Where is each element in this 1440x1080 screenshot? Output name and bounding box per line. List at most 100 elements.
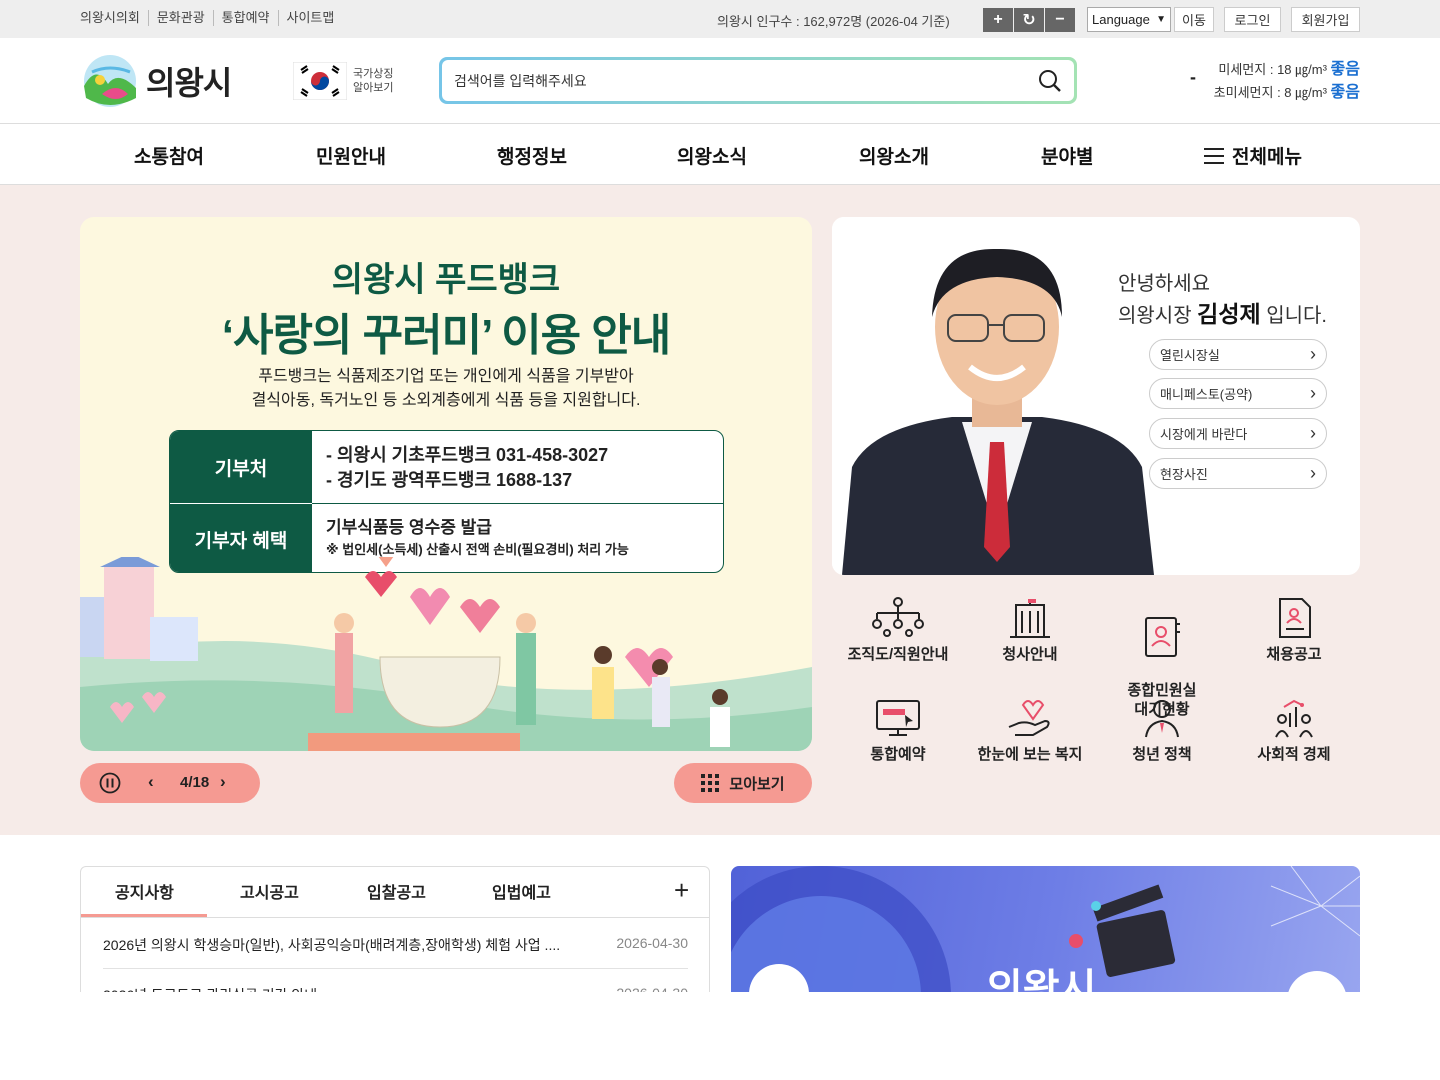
link-council[interactable]: 의왕시의회 bbox=[80, 10, 148, 26]
mayor-intro-suffix: 입니다. bbox=[1266, 305, 1327, 327]
quick-welfare[interactable]: 한눈에 보는 복지 bbox=[964, 697, 1096, 764]
dust-dash: - bbox=[1190, 67, 1196, 87]
row1-head: 기부처 bbox=[170, 431, 312, 503]
pause-icon[interactable] bbox=[99, 772, 121, 794]
next-slide-icon[interactable]: › bbox=[220, 772, 226, 792]
site-logo[interactable]: 의왕시 bbox=[82, 54, 252, 108]
id-card-icon bbox=[1145, 617, 1180, 657]
link-reservation[interactable]: 통합예약 bbox=[212, 10, 278, 26]
quick-label: 채용공고 bbox=[1266, 646, 1322, 663]
nav-news[interactable]: 의왕소식 bbox=[677, 142, 747, 169]
mayor-greeting: 안녕하세요 bbox=[1118, 273, 1210, 295]
nav-civil-service[interactable]: 민원안내 bbox=[316, 142, 386, 169]
more-plus-icon[interactable]: + bbox=[674, 875, 689, 906]
mayor-link-manifesto[interactable]: 매니페스토(공약) › bbox=[1149, 378, 1327, 409]
link-sitemap[interactable]: 사이트맵 bbox=[277, 10, 343, 26]
nav-about[interactable]: 의왕소개 bbox=[859, 142, 929, 169]
row-divider bbox=[103, 968, 688, 969]
foodbank-illustration bbox=[80, 557, 812, 751]
zoom-reset-button[interactable]: ↻ bbox=[1014, 8, 1044, 32]
chevron-right-icon: › bbox=[1310, 463, 1316, 483]
zoom-in-button[interactable]: + bbox=[983, 8, 1013, 32]
utility-bar: 의왕시의회 문화관광 통합예약 사이트맵 의왕시 인구수 : 162,972명 … bbox=[0, 0, 1440, 38]
chevron-right-icon: › bbox=[1310, 423, 1316, 443]
view-all-button[interactable]: 모아보기 bbox=[674, 763, 812, 803]
building-icon bbox=[1010, 599, 1050, 638]
hamburger-icon bbox=[1204, 147, 1224, 164]
all-menu-label: 전체메뉴 bbox=[1232, 147, 1302, 168]
slider-controls: ‹ 4/18 › bbox=[80, 763, 260, 803]
air-quality: 미세먼지 : 18 ㎍/m³ 좋음 초미세먼지 : 8 ㎍/m³ 좋음 bbox=[1212, 58, 1360, 104]
pm25-status: 좋음 bbox=[1330, 84, 1360, 101]
nav-administration[interactable]: 행정정보 bbox=[497, 142, 567, 169]
nav-communication[interactable]: 소통참여 bbox=[134, 142, 204, 169]
mayor-link-photos[interactable]: 현장사진 › bbox=[1149, 458, 1327, 489]
mayor-link-suggestion[interactable]: 시장에게 바란다 › bbox=[1149, 418, 1327, 449]
house-illustration bbox=[80, 557, 198, 661]
prev-slide-icon[interactable]: ‹ bbox=[148, 772, 154, 792]
language-go-button[interactable]: 이동 bbox=[1174, 7, 1214, 32]
tab-bids[interactable]: 입찰공고 bbox=[367, 879, 426, 903]
tab-legislation[interactable]: 입법예고 bbox=[492, 879, 551, 903]
chevron-right-icon: › bbox=[1310, 344, 1316, 364]
main-visual: 의왕시 푸드뱅크 ‘사랑의 꾸러미’ 이용 안내 푸드뱅크는 식품제조기업 또는… bbox=[0, 185, 1440, 835]
quick-building[interactable]: 청사안내 bbox=[964, 597, 1096, 664]
mayor-link-label: 매니페스토(공약) bbox=[1160, 387, 1253, 402]
zoom-out-button[interactable]: − bbox=[1045, 8, 1075, 32]
quick-label: 사회적 경제 bbox=[1257, 746, 1331, 763]
mayor-photo bbox=[832, 217, 1162, 575]
banner-slide[interactable]: 의왕시 푸드뱅크 ‘사랑의 꾸러미’ 이용 안내 푸드뱅크는 식품제조기업 또는… bbox=[80, 217, 812, 751]
quick-label: 청년 정책 bbox=[1132, 746, 1192, 763]
mayor-intro-prefix: 의왕시장 bbox=[1118, 305, 1192, 327]
mayor-link-label: 시장에게 바란다 bbox=[1160, 427, 1248, 442]
nav-all-menu[interactable]: 전체메뉴 bbox=[1204, 142, 1302, 169]
mayor-link-label: 현장사진 bbox=[1160, 467, 1208, 482]
row1-line1: - 의왕시 기초푸드뱅크 031-458-3027 bbox=[326, 445, 609, 465]
quick-label: 한눈에 보는 복지 bbox=[977, 746, 1083, 763]
table-divider bbox=[312, 503, 723, 504]
link-culture-tour[interactable]: 문화관광 bbox=[147, 10, 213, 26]
org-chart-icon bbox=[872, 597, 924, 637]
utility-links: 의왕시의회 문화관광 통합예약 사이트맵 bbox=[80, 10, 342, 26]
page-fold bbox=[0, 992, 1440, 1080]
banner-title2: ‘사랑의 꾸러미’ 이용 안내 bbox=[221, 311, 672, 360]
language-select[interactable]: Language ▼ bbox=[1087, 7, 1171, 32]
banner-desc: 푸드뱅크는 식품제조기업 또는 개인에게 식품을 기부받아 결식아동, 독거노인… bbox=[80, 365, 812, 413]
monitor-icon bbox=[876, 700, 920, 736]
list-item[interactable]: 2026년 의왕시 학생승마(일반), 사회공익승마(배려계층,장애학생) 체험… bbox=[103, 935, 688, 955]
symbol-line2: 알아보기 bbox=[353, 82, 394, 94]
grid-icon bbox=[701, 774, 720, 792]
quick-label: 청사안내 bbox=[1002, 646, 1058, 663]
search-input[interactable]: 검색어를 입력해주세요 bbox=[454, 71, 587, 91]
mayor-name: 김성제 bbox=[1197, 301, 1261, 327]
tab-notices[interactable]: 공지사항 bbox=[115, 879, 174, 903]
pm25-label: 초미세먼지 : 8 ㎍/m³ bbox=[1213, 85, 1327, 100]
national-symbol-link[interactable]: 국가상징 알아보기 bbox=[293, 62, 393, 100]
quick-reservation[interactable]: 통합예약 bbox=[832, 697, 964, 764]
resume-icon bbox=[1279, 598, 1311, 638]
site-header: 의왕시 국가상징 알아보기 검색어를 입력해주세요 - 미세먼지 : 18 ㎍/… bbox=[0, 38, 1440, 124]
login-button[interactable]: 로그인 bbox=[1224, 7, 1281, 32]
banner-title1: 의왕시 푸드뱅크 bbox=[331, 261, 561, 299]
city-logo-icon bbox=[84, 55, 136, 107]
mayor-panel: 안녕하세요 의왕시장 김성제 입니다. 열린시장실 › 매니페스토(공약) › 시장… bbox=[832, 217, 1360, 575]
population-text: 의왕시 인구수 : 162,972명 (2026-04 기준) bbox=[717, 14, 950, 29]
hand-heart-icon bbox=[1008, 700, 1050, 736]
quick-org-chart[interactable]: 조직도/직원안내 bbox=[832, 597, 964, 664]
nav-by-field[interactable]: 분야별 bbox=[1041, 142, 1093, 169]
youth-icon bbox=[1145, 700, 1179, 738]
banner-desc2: 결식아동, 독거노인 등 소외계층에게 식품 등을 지원합니다. bbox=[251, 392, 641, 409]
pm10-label: 미세먼지 : 18 ㎍/m³ bbox=[1218, 62, 1327, 77]
chart-people-icon bbox=[1275, 699, 1313, 738]
view-all-label: 모아보기 bbox=[729, 775, 785, 793]
quick-social-economy[interactable]: 사회적 경제 bbox=[1228, 697, 1360, 764]
banner-info-table: 기부처 기부자 혜택 - 의왕시 기초푸드뱅크 031-458-3027 - 경… bbox=[169, 430, 724, 573]
korean-flag-icon bbox=[293, 62, 347, 100]
main-navigation: 소통참여 민원안내 행정정보 의왕소식 의왕소개 분야별 전체메뉴 bbox=[0, 124, 1440, 185]
quick-recruitment[interactable]: 채용공고 bbox=[1228, 597, 1360, 664]
quick-youth-policy[interactable]: 청년 정책 bbox=[1096, 697, 1228, 764]
signup-button[interactable]: 회원가입 bbox=[1291, 7, 1360, 32]
tab-announcements[interactable]: 고시공고 bbox=[240, 879, 299, 903]
search-icon[interactable] bbox=[1038, 69, 1062, 93]
mayor-link-open-office[interactable]: 열린시장실 › bbox=[1149, 339, 1327, 370]
